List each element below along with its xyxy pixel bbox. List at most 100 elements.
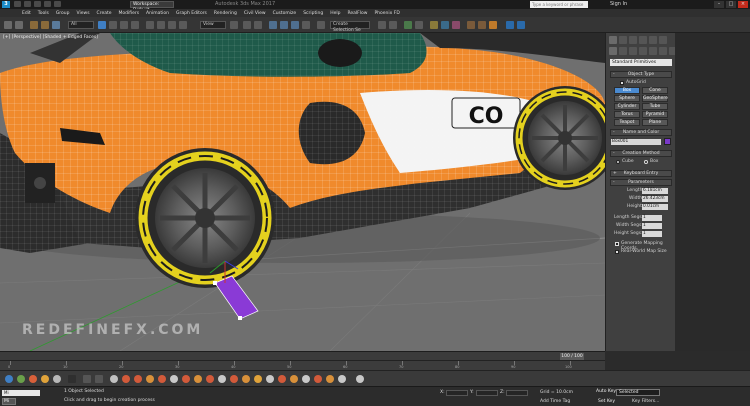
add-time-tag-button[interactable]: Add Time Tag bbox=[540, 399, 570, 404]
pause-icon[interactable] bbox=[95, 375, 103, 383]
menu-rendering[interactable]: Rendering bbox=[214, 11, 237, 16]
select-by-name-icon[interactable] bbox=[109, 21, 117, 29]
toolbar-icon[interactable] bbox=[170, 375, 178, 383]
help-icon[interactable] bbox=[356, 375, 364, 383]
phoenix-icon[interactable] bbox=[517, 21, 525, 29]
z-coordinate-input[interactable] bbox=[506, 390, 528, 396]
parameters-rollout[interactable]: - Parameters bbox=[610, 179, 672, 186]
name-and-color-rollout[interactable]: - Name and Color bbox=[610, 129, 672, 136]
window-crossing-icon[interactable] bbox=[131, 21, 139, 29]
toolbar-icon[interactable] bbox=[266, 375, 274, 383]
autogrid-checkbox[interactable] bbox=[620, 81, 624, 85]
cone-button[interactable]: Cone bbox=[642, 87, 668, 94]
redo-icon[interactable] bbox=[15, 21, 23, 29]
new-scene-icon[interactable] bbox=[14, 1, 21, 7]
toolbar-icon[interactable] bbox=[158, 375, 166, 383]
width-segs-input[interactable]: 1 bbox=[642, 223, 662, 229]
menu-civil-view[interactable]: Civil View bbox=[244, 11, 266, 16]
toolbar-icon[interactable] bbox=[290, 375, 298, 383]
select-manipulate-icon[interactable] bbox=[243, 21, 251, 29]
object-name-input[interactable]: Box001 bbox=[611, 139, 661, 145]
edit-named-selection-icon[interactable] bbox=[317, 21, 325, 29]
pivot-center-icon[interactable] bbox=[230, 21, 238, 29]
play-icon[interactable] bbox=[68, 375, 76, 383]
material-editor-icon[interactable] bbox=[452, 21, 460, 29]
move-icon[interactable] bbox=[146, 21, 154, 29]
menu-tools[interactable]: Tools bbox=[38, 11, 49, 16]
time-slider-thumb[interactable]: 100 / 100 bbox=[560, 353, 584, 360]
cylinder-button[interactable]: Cylinder bbox=[614, 103, 640, 110]
align-icon[interactable] bbox=[389, 21, 397, 29]
menu-views[interactable]: Views bbox=[77, 11, 90, 16]
sphere-button[interactable]: Sphere bbox=[614, 95, 640, 102]
toolbar-icon[interactable] bbox=[314, 375, 322, 383]
hierarchy-tab-icon[interactable] bbox=[629, 36, 637, 44]
place-icon[interactable] bbox=[179, 21, 187, 29]
unlink-icon[interactable] bbox=[41, 21, 49, 29]
open-file-icon[interactable] bbox=[24, 1, 31, 7]
menu-help[interactable]: Help bbox=[330, 11, 340, 16]
render-production-icon[interactable] bbox=[489, 21, 497, 29]
spinner-snap-icon[interactable] bbox=[302, 21, 310, 29]
scale-icon[interactable] bbox=[168, 21, 176, 29]
real-world-map-checkbox[interactable] bbox=[615, 250, 619, 254]
helpers-icon[interactable] bbox=[649, 47, 657, 55]
toolbar-icon[interactable] bbox=[302, 375, 310, 383]
y-coordinate-input[interactable] bbox=[476, 390, 498, 396]
creation-method-rollout[interactable]: - Creation Method bbox=[610, 150, 672, 157]
menu-create[interactable]: Create bbox=[97, 11, 112, 16]
maxscript-listener-input[interactable]: Mi bbox=[2, 390, 40, 396]
toolbar-icon[interactable] bbox=[338, 375, 346, 383]
angle-snap-icon[interactable] bbox=[280, 21, 288, 29]
sign-in-link[interactable]: Sign In bbox=[610, 0, 627, 9]
length-segs-input[interactable]: 1 bbox=[642, 215, 662, 221]
x-coordinate-input[interactable] bbox=[446, 390, 468, 396]
geometry-icon[interactable] bbox=[609, 47, 617, 55]
undo-icon[interactable] bbox=[44, 1, 51, 7]
toolbar-icon[interactable] bbox=[254, 375, 262, 383]
height-input[interactable]: 0.01cm bbox=[642, 204, 668, 210]
utilities-tab-icon[interactable] bbox=[659, 36, 667, 44]
key-selection-dropdown[interactable]: Selected bbox=[616, 389, 660, 396]
search-input[interactable]: Type a keyword or phrase bbox=[530, 1, 588, 8]
cube-radio[interactable] bbox=[616, 160, 620, 164]
toolbar-icon[interactable] bbox=[134, 375, 142, 383]
toolbar-icon[interactable] bbox=[122, 375, 130, 383]
toolbar-icon[interactable] bbox=[326, 375, 334, 383]
rectangular-selection-icon[interactable] bbox=[120, 21, 128, 29]
tube-button[interactable]: Tube bbox=[642, 103, 668, 110]
auto-key-button[interactable]: Auto Key bbox=[596, 389, 616, 394]
undo-icon[interactable] bbox=[4, 21, 12, 29]
key-filters-button[interactable]: Key Filters... bbox=[632, 399, 659, 404]
create-tab-icon[interactable] bbox=[609, 36, 617, 44]
menu-customize[interactable]: Customize bbox=[273, 11, 297, 16]
toolbar-icon[interactable] bbox=[53, 375, 61, 383]
save-file-icon[interactable] bbox=[34, 1, 41, 7]
primitive-category-dropdown[interactable]: Standard Primitives bbox=[610, 59, 672, 66]
time-slider[interactable]: 100 / 100 bbox=[0, 351, 605, 360]
object-color-swatch[interactable] bbox=[664, 138, 671, 145]
toolbar-icon[interactable] bbox=[194, 375, 202, 383]
shapes-icon[interactable] bbox=[619, 47, 627, 55]
space-warps-icon[interactable] bbox=[659, 47, 667, 55]
toggle-ribbon-icon[interactable] bbox=[415, 21, 423, 29]
workspace-dropdown[interactable]: Workspace: Default bbox=[130, 1, 174, 13]
select-object-icon[interactable] bbox=[98, 21, 106, 29]
menu-scripting[interactable]: Scripting bbox=[303, 11, 323, 16]
realflow-icon[interactable] bbox=[506, 21, 514, 29]
schematic-view-icon[interactable] bbox=[441, 21, 449, 29]
toolbar-icon[interactable] bbox=[230, 375, 238, 383]
length-input[interactable]: 6.181cm bbox=[642, 188, 668, 194]
rendered-frame-window-icon[interactable] bbox=[478, 21, 486, 29]
modify-tab-icon[interactable] bbox=[619, 36, 627, 44]
cameras-icon[interactable] bbox=[639, 47, 647, 55]
toolbar-icon[interactable] bbox=[242, 375, 250, 383]
lights-icon[interactable] bbox=[629, 47, 637, 55]
keyboard-entry-rollout[interactable]: + Keyboard Entry bbox=[610, 170, 672, 177]
toolbar-icon[interactable] bbox=[41, 375, 49, 383]
redo-icon[interactable] bbox=[54, 1, 61, 7]
rotate-icon[interactable] bbox=[157, 21, 165, 29]
bind-space-warp-icon[interactable] bbox=[52, 21, 60, 29]
object-type-rollout[interactable]: - Object Type bbox=[610, 71, 672, 78]
menu-modifiers[interactable]: Modifiers bbox=[119, 11, 140, 16]
